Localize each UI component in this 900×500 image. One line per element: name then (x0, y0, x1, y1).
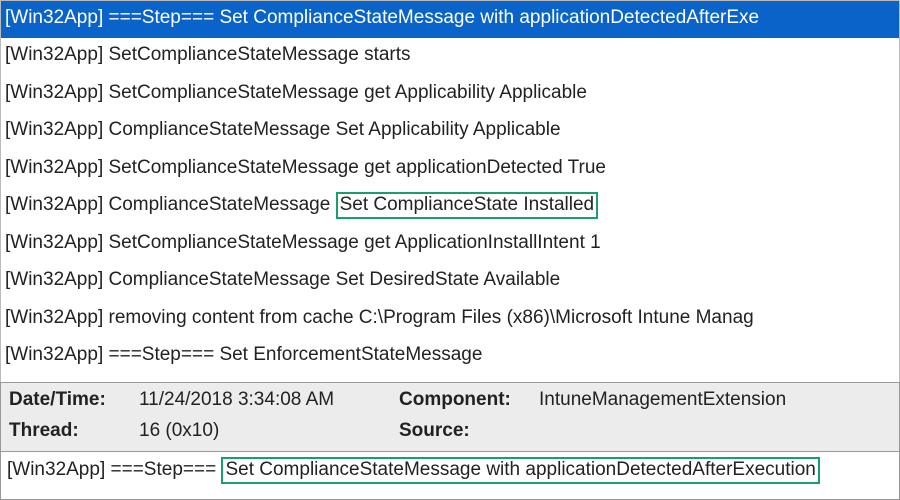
log-row[interactable]: [Win32App] ComplianceStateMessage Set Co… (1, 188, 899, 225)
datetime-value: 11/24/2018 3:34:08 AM (139, 389, 399, 416)
log-row[interactable]: [Win32App] SetComplianceStateMessage get… (1, 151, 899, 188)
log-text: ===Step=== Set ComplianceStateMessage wi… (109, 7, 760, 28)
log-list[interactable]: [Win32App] ===Step=== Set ComplianceStat… (0, 0, 900, 382)
log-highlight: Set ComplianceState Installed (336, 192, 599, 219)
component-label: Component: (399, 389, 539, 416)
log-row[interactable]: [Win32App] ===Step=== Set ComplianceStat… (1, 1, 899, 38)
log-row[interactable]: [Win32App] SetComplianceStateMessage get… (1, 226, 899, 263)
footer-pre: ===Step=== (111, 459, 222, 480)
datetime-label: Date/Time: (9, 389, 139, 416)
log-text: removing content from cache C:\Program F… (109, 307, 754, 328)
footer-highlight: Set ComplianceStateMessage with applicat… (221, 457, 819, 484)
selected-line-footer: [Win32App] ===Step=== Set ComplianceStat… (0, 452, 900, 500)
log-tag: [Win32App] (5, 119, 109, 140)
log-row[interactable]: [Win32App] ===Step=== Set EnforcementSta… (1, 338, 899, 375)
log-text: SetComplianceStateMessage starts (109, 44, 411, 65)
log-tag: [Win32App] (5, 44, 109, 65)
log-tag: [Win32App] (5, 194, 109, 215)
log-row[interactable]: [Win32App] removing content from cache C… (1, 301, 899, 338)
component-value: IntuneManagementExtension (539, 389, 891, 416)
log-text: ComplianceStateMessage Set DesiredState … (109, 269, 561, 290)
footer-tag: [Win32App] (7, 459, 105, 480)
log-tag: [Win32App] (5, 82, 109, 103)
log-text: ComplianceStateMessage Set Applicability… (109, 119, 561, 140)
log-tag: [Win32App] (5, 157, 109, 178)
log-tag: [Win32App] (5, 307, 109, 328)
log-row[interactable]: [Win32App] ComplianceStateMessage Set Ap… (1, 113, 899, 150)
details-panel: Date/Time: 11/24/2018 3:34:08 AM Compone… (0, 382, 900, 452)
log-text: SetComplianceStateMessage get applicatio… (109, 157, 606, 178)
log-text: ===Step=== Set EnforcementStateMessage (109, 344, 483, 365)
log-text: SetComplianceStateMessage get Applicatio… (109, 232, 601, 253)
log-text: ComplianceStateMessage (109, 194, 336, 215)
log-row[interactable]: [Win32App] ComplianceStateMessage Set De… (1, 263, 899, 300)
thread-value: 16 (0x10) (139, 420, 399, 447)
log-row[interactable]: [Win32App] SetComplianceStateMessage get… (1, 76, 899, 113)
log-row[interactable]: [Win32App] SetEnforcementStateMessageWit… (1, 377, 899, 382)
thread-label: Thread: (9, 420, 139, 447)
log-tag: [Win32App] (5, 7, 109, 28)
log-tag: [Win32App] (5, 344, 109, 365)
log-tag: [Win32App] (5, 269, 109, 290)
log-text: SetComplianceStateMessage get Applicabil… (109, 82, 587, 103)
source-value (539, 420, 891, 447)
log-row[interactable]: [Win32App] SetComplianceStateMessage sta… (1, 38, 899, 75)
log-tag: [Win32App] (5, 232, 109, 253)
source-label: Source: (399, 420, 539, 447)
